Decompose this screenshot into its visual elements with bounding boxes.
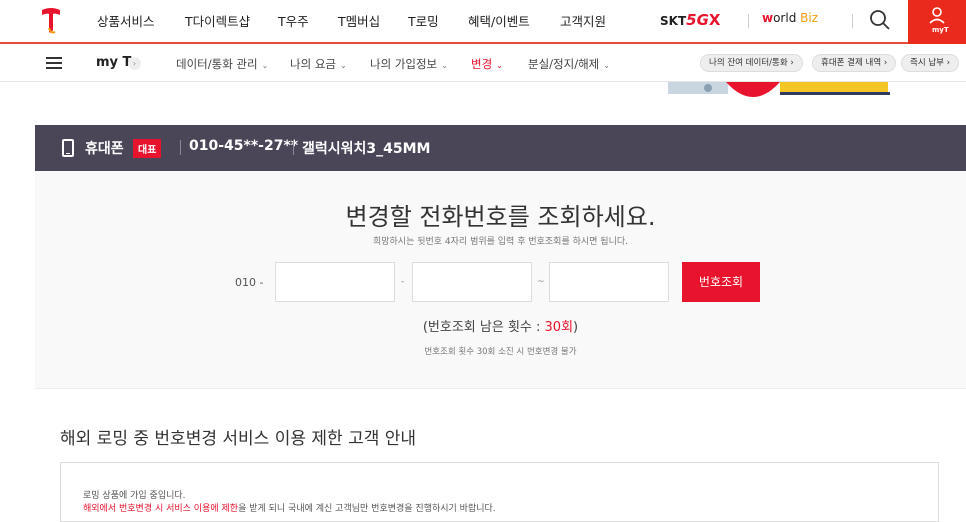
device-type: 휴대폰 <box>85 141 124 157</box>
remaining-prefix: (번호조회 남은 횟수 : <box>422 320 545 335</box>
subnav-subscription-info[interactable]: 나의 가입정보 ⌄ <box>370 56 448 72</box>
roaming-notice-heading: 해외 로밍 중 번호변경 서비스 이용 제한 고객 안내 <box>60 429 417 449</box>
divider <box>852 14 853 28</box>
hamburger-icon[interactable] <box>46 57 62 69</box>
nav-tuniverse[interactable]: T우주 <box>278 11 309 30</box>
device-number: 010-45**-27** <box>189 138 299 154</box>
worldbiz-w: w <box>762 11 774 25</box>
myt-breadcrumb[interactable]: my T <box>96 55 131 70</box>
nav-products[interactable]: 상품서비스 <box>97 11 155 30</box>
phone-icon <box>62 139 74 157</box>
t-logo[interactable] <box>38 6 64 36</box>
nav-tdirect-shop[interactable]: T다이렉트샵 <box>185 11 250 30</box>
lookup-description: 희망하시는 뒷번호 4자리 범위를 입력 후 번호조회를 하시면 됩니다. <box>372 237 629 247</box>
roaming-notice-box: 로밍 상품에 가입 중입니다. 해외에서 번호변경 시 서비스 이용에 제한을 … <box>60 462 939 522</box>
remaining-count: (번호조회 남은 횟수 : 30회) <box>35 316 966 335</box>
divider <box>748 14 749 28</box>
chevron-down-icon: ⌄ <box>339 61 347 70</box>
nav-customer-support[interactable]: 고객지원 <box>560 11 606 30</box>
banner-illustration <box>668 82 890 97</box>
notice-text: 을 받게 되니 국내에 계신 고객님만 번호변경을 진행하시기 바랍니다. <box>238 504 496 514</box>
notice-line: 해외에서 번호변경 시 서비스 이용에 제한을 받게 되니 국내에 계신 고객님… <box>83 501 496 514</box>
subnav-lost-suspend[interactable]: 분실/정지/해제 ⌄ <box>528 56 610 72</box>
pill-payment-history[interactable]: 휴대폰 결제 내역 › <box>812 54 897 72</box>
remaining-suffix: ) <box>573 320 579 335</box>
pill-remaining-data[interactable]: 나의 잔여 데이터/통화 › <box>700 54 803 72</box>
dash-separator: - <box>401 277 405 287</box>
skt-text: SKT <box>660 14 687 28</box>
subnav-data-call[interactable]: 데이터/통화 관리 ⌄ <box>176 56 268 72</box>
device-model: 갤럭시워치3_45MM <box>302 141 431 157</box>
subnav-label: 분실/정지/해제 <box>528 57 600 71</box>
range-start-input[interactable] <box>412 262 532 302</box>
range-end-input[interactable] <box>549 262 669 302</box>
pill-instant-pay[interactable]: 즉시 납부 › <box>901 54 960 72</box>
divider <box>293 140 294 155</box>
number-lookup-panel: 변경할 전화번호를 조회하세요. 희망하시는 뒷번호 4자리 범위를 입력 후 … <box>35 171 966 389</box>
skt-5gx-link[interactable]: SKT5GX <box>660 11 720 29</box>
remaining-value: 30회 <box>544 320 574 335</box>
global-nav: 상품서비스 T다이렉트샵 T우주 T멤버십 T로밍 혜택/이벤트 고객지원 SK… <box>0 0 966 44</box>
middle-number-input[interactable] <box>275 262 395 302</box>
sub-nav: my T › 데이터/통화 관리 ⌄ 나의 요금 ⌄ 나의 가입정보 ⌄ 변경 ⌄ 분실… <box>0 44 966 82</box>
page-title: 변경할 전화번호를 조회하세요. <box>345 203 656 231</box>
remaining-note: 번호조회 횟수 30회 소진 시 번호변경 불가 <box>424 347 577 357</box>
myt-button[interactable]: myT <box>908 0 966 44</box>
chevron-down-icon: ⌄ <box>441 61 448 70</box>
worldbiz-biz: Biz <box>800 11 819 25</box>
nav-benefits-events[interactable]: 혜택/이벤트 <box>468 11 530 30</box>
number-prefix: 010 - <box>235 276 264 289</box>
chevron-down-icon: ⌄ <box>261 61 269 70</box>
5g-text: 5G <box>686 11 709 29</box>
worldbiz-link[interactable]: world Biz <box>762 11 818 25</box>
lookup-button[interactable]: 번호조회 <box>682 262 760 302</box>
search-icon[interactable] <box>866 6 894 34</box>
subnav-label: 데이터/통화 관리 <box>176 57 258 71</box>
subnav-label: 변경 <box>471 57 493 71</box>
worldbiz-rest: orld <box>773 11 797 25</box>
subnav-label: 나의 가입정보 <box>370 57 438 71</box>
range-separator: ~ <box>537 277 545 287</box>
x-text: X <box>708 11 721 29</box>
user-icon <box>929 7 945 24</box>
subnav-my-bill[interactable]: 나의 요금 ⌄ <box>290 56 347 72</box>
chevron-right-icon[interactable]: › <box>128 57 141 70</box>
subnav-label: 나의 요금 <box>290 57 336 71</box>
nav-troaming[interactable]: T로밍 <box>408 11 439 30</box>
myt-button-label: myT <box>932 26 949 34</box>
notice-line: 로밍 상품에 가입 중입니다. <box>83 491 186 501</box>
divider <box>180 140 181 155</box>
representative-badge: 대표 <box>133 139 162 158</box>
subnav-change[interactable]: 변경 ⌄ <box>471 56 503 72</box>
notice-warning: 해외에서 번호변경 시 서비스 이용에 제한 <box>83 504 239 514</box>
chevron-down-icon: ⌄ <box>603 61 610 70</box>
nav-tmembership[interactable]: T멤버십 <box>338 11 380 30</box>
chevron-down-icon: ⌄ <box>496 61 503 70</box>
device-info-bar: 휴대폰 대표 010-45**-27** 갤럭시워치3_45MM <box>35 125 966 171</box>
